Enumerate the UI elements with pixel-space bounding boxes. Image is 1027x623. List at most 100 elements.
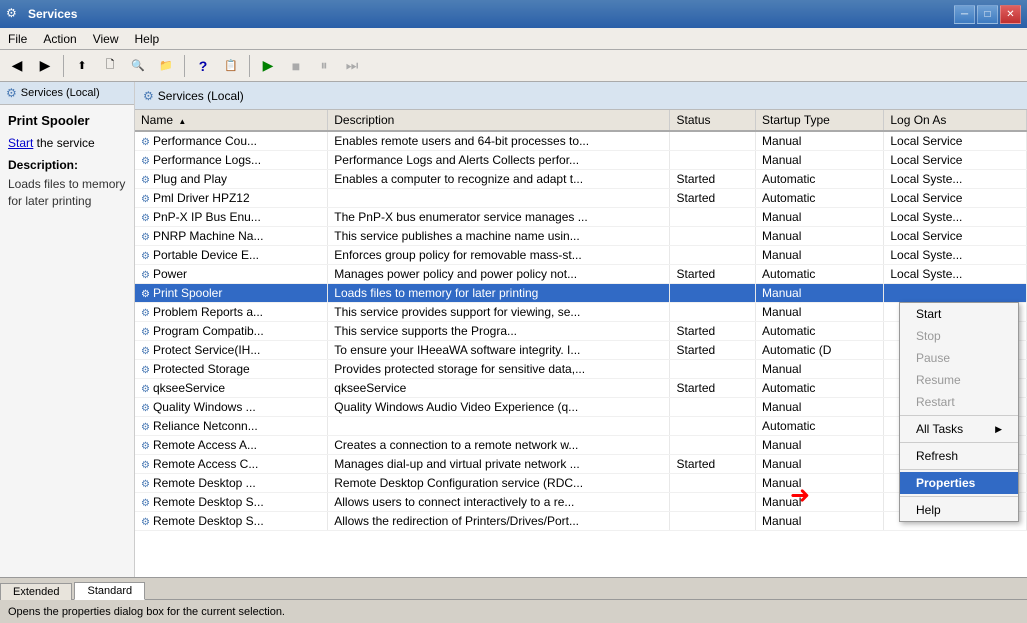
table-row[interactable]: ⚙Reliance Netconn...Automatic (135, 417, 1027, 436)
service-startup-cell: Manual (756, 131, 884, 151)
table-row[interactable]: ⚙Remote Access C...Manages dial-up and v… (135, 455, 1027, 474)
service-name-cell: ⚙Plug and Play (135, 170, 328, 189)
col-header-startup[interactable]: Startup Type (756, 110, 884, 131)
context-menu-item-refresh[interactable]: Refresh (900, 445, 1018, 467)
restore-button[interactable]: □ (977, 5, 998, 24)
table-row[interactable]: ⚙Remote Desktop S...Allows the redirecti… (135, 512, 1027, 531)
context-menu-item-start[interactable]: Start (900, 303, 1018, 325)
table-row[interactable]: ⚙Portable Device E...Enforces group poli… (135, 246, 1027, 265)
toolbar-sep-2 (184, 55, 185, 77)
service-status-cell (670, 246, 756, 265)
service-action-line: Start the service (8, 136, 126, 150)
left-panel-title: Services (Local) (21, 87, 100, 99)
service-startup-cell: Automatic (756, 265, 884, 284)
tab-standard[interactable]: Standard (74, 582, 145, 600)
table-row[interactable]: ⚙Program Compatib...This service support… (135, 322, 1027, 341)
toolbar-back[interactable]: ◀ (4, 54, 30, 78)
services-list: Name ▲ Description Status Startup Type L… (135, 110, 1027, 531)
service-logon-cell: Local Service (884, 189, 1027, 208)
context-separator (900, 415, 1018, 416)
table-row[interactable]: ⚙Quality Windows ...Quality Windows Audi… (135, 398, 1027, 417)
service-logon-cell: Local Syste... (884, 170, 1027, 189)
toolbar-btn2[interactable]: 🗋 (97, 54, 123, 78)
toolbar-stop[interactable]: ■ (283, 54, 309, 78)
service-status-cell (670, 360, 756, 379)
tab-extended[interactable]: Extended (0, 583, 72, 600)
service-logon-cell: Local Service (884, 151, 1027, 170)
service-desc-cell: qkseeService (328, 379, 670, 398)
close-button[interactable]: ✕ (1000, 5, 1021, 24)
toolbar-btn4[interactable]: 📁 (153, 54, 179, 78)
table-row[interactable]: ⚙Protect Service(IH...To ensure your IHe… (135, 341, 1027, 360)
context-menu-item-help[interactable]: Help (900, 499, 1018, 521)
context-item-label: Restart (916, 395, 955, 409)
toolbar-skip[interactable]: ⏭ (339, 54, 365, 78)
minimize-button[interactable]: ─ (954, 5, 975, 24)
description-text: Loads files to memory for later printing (8, 176, 126, 210)
table-row[interactable]: ⚙PNRP Machine Na...This service publishe… (135, 227, 1027, 246)
service-desc-cell: Performance Logs and Alerts Collects per… (328, 151, 670, 170)
table-row[interactable]: ⚙PowerManages power policy and power pol… (135, 265, 1027, 284)
table-header-row: Name ▲ Description Status Startup Type L… (135, 110, 1027, 131)
service-desc-cell: Enforces group policy for removable mass… (328, 246, 670, 265)
context-item-label: Pause (916, 351, 950, 365)
table-row[interactable]: ⚙Protected StorageProvides protected sto… (135, 360, 1027, 379)
col-header-desc[interactable]: Description (328, 110, 670, 131)
toolbar-btn3[interactable]: 🔍 (125, 54, 151, 78)
service-status-cell (670, 436, 756, 455)
table-row[interactable]: ⚙Pml Driver HPZ12StartedAutomaticLocal S… (135, 189, 1027, 208)
table-row[interactable]: ⚙Performance Logs...Performance Logs and… (135, 151, 1027, 170)
menu-action[interactable]: Action (35, 30, 84, 48)
services-table[interactable]: Name ▲ Description Status Startup Type L… (135, 110, 1027, 577)
left-panel-header: ⚙ Services (Local) (0, 82, 134, 105)
table-row[interactable]: ⚙Plug and PlayEnables a computer to reco… (135, 170, 1027, 189)
menu-file[interactable]: File (0, 30, 35, 48)
table-row[interactable]: ⚙Remote Desktop S...Allows users to conn… (135, 493, 1027, 512)
service-desc-cell: Enables a computer to recognize and adap… (328, 170, 670, 189)
service-startup-cell: Manual (756, 360, 884, 379)
col-header-logon[interactable]: Log On As (884, 110, 1027, 131)
service-name-cell: ⚙Program Compatib... (135, 322, 328, 341)
service-logon-cell (884, 284, 1027, 303)
menu-bar: File Action View Help (0, 28, 1027, 50)
service-name-cell: ⚙PnP-X IP Bus Enu... (135, 208, 328, 227)
service-name-cell: ⚙Remote Desktop S... (135, 512, 328, 531)
toolbar-help[interactable]: ? (190, 54, 216, 78)
table-row[interactable]: ⚙Performance Cou...Enables remote users … (135, 131, 1027, 151)
service-name-cell: ⚙qkseeService (135, 379, 328, 398)
service-startup-cell: Automatic (756, 417, 884, 436)
col-header-name[interactable]: Name ▲ (135, 110, 328, 131)
services-tbody: ⚙Performance Cou...Enables remote users … (135, 131, 1027, 531)
service-startup-cell: Manual (756, 512, 884, 531)
right-panel-header: ⚙ Services (Local) (135, 82, 1027, 110)
menu-help[interactable]: Help (127, 30, 168, 48)
status-bar: Opens the properties dialog box for the … (0, 599, 1027, 623)
start-service-link[interactable]: Start (8, 136, 33, 150)
main-container: ⚙ Services (Local) Print Spooler Start t… (0, 82, 1027, 577)
menu-view[interactable]: View (85, 30, 127, 48)
service-logon-cell: Local Service (884, 227, 1027, 246)
table-row[interactable]: ⚙qkseeServiceqkseeServiceStartedAutomati… (135, 379, 1027, 398)
toolbar-play[interactable]: ▶ (255, 54, 281, 78)
toolbar-forward[interactable]: ▶ (32, 54, 58, 78)
toolbar-up[interactable]: ⬆ (69, 54, 95, 78)
service-name-cell: ⚙Quality Windows ... (135, 398, 328, 417)
services-icon: ⚙ (6, 86, 17, 100)
table-row[interactable]: ⚙Remote Access A...Creates a connection … (135, 436, 1027, 455)
arrow-indicator: ➜ (790, 481, 810, 510)
context-separator (900, 496, 1018, 497)
service-startup-cell: Manual (756, 474, 884, 493)
app-icon: ⚙ (6, 6, 22, 22)
context-menu-item-properties[interactable]: Properties (900, 472, 1018, 494)
service-name-cell: ⚙Performance Logs... (135, 151, 328, 170)
context-menu-item-all-tasks[interactable]: All Tasks▶ (900, 418, 1018, 440)
table-row[interactable]: ⚙Remote Desktop ...Remote Desktop Config… (135, 474, 1027, 493)
toolbar-pause[interactable]: ⏸ (311, 54, 337, 78)
service-desc-cell: Provides protected storage for sensitive… (328, 360, 670, 379)
table-row[interactable]: ⚙PnP-X IP Bus Enu...The PnP-X bus enumer… (135, 208, 1027, 227)
context-menu-item-stop: Stop (900, 325, 1018, 347)
table-row[interactable]: ⚙Print SpoolerLoads files to memory for … (135, 284, 1027, 303)
table-row[interactable]: ⚙Problem Reports a...This service provid… (135, 303, 1027, 322)
col-header-status[interactable]: Status (670, 110, 756, 131)
toolbar-btn5[interactable]: 📋 (218, 54, 244, 78)
